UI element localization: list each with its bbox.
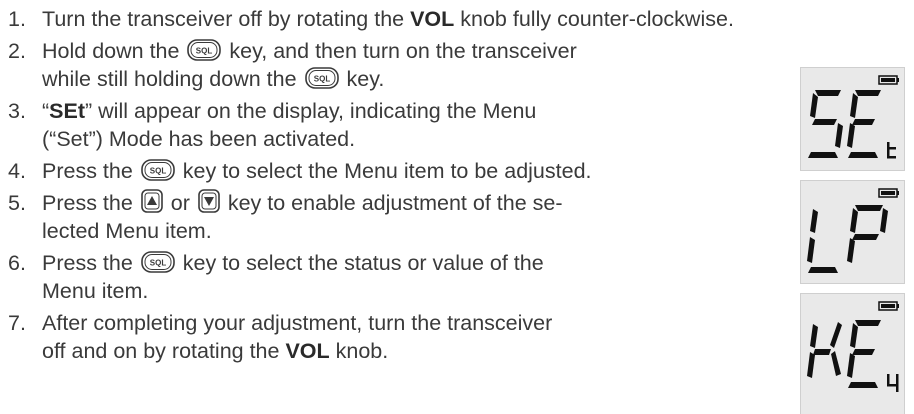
- lcd-char-y-small: [887, 374, 899, 392]
- lcd-display-key: [800, 293, 905, 414]
- step-number: 4.: [8, 159, 26, 183]
- sql-key-icon: SQL: [304, 67, 339, 89]
- step-text: Press the SQL key to select the status o…: [42, 251, 544, 275]
- step-text: Hold down the SQL key, and then turn on …: [42, 39, 577, 63]
- step-number: 5.: [8, 191, 26, 215]
- battery-icon: [878, 301, 899, 311]
- svg-text:SQL: SQL: [196, 47, 213, 56]
- down-key-icon: [198, 189, 220, 213]
- lcd-display-lp: [800, 180, 905, 284]
- svg-text:SQL: SQL: [313, 75, 330, 84]
- step-text: “SEt” will appear on the display, indica…: [42, 99, 537, 123]
- lcd-display-set: [800, 67, 905, 171]
- sql-key-icon: SQL: [140, 251, 175, 273]
- step-number: 1.: [8, 7, 26, 31]
- lcd-char-e: [847, 320, 881, 388]
- step-text: Press the or key to enable adjustment of…: [42, 189, 563, 215]
- step-number: 7.: [8, 311, 26, 335]
- sql-key-icon: SQL: [187, 39, 222, 61]
- vol-knob-label: VOL: [410, 7, 455, 31]
- up-key-icon: [140, 189, 163, 213]
- sql-key-icon: SQL: [140, 159, 175, 181]
- svg-text:SQL: SQL: [150, 167, 167, 176]
- step-number: 6.: [8, 251, 26, 275]
- lcd-char-s: [808, 90, 843, 158]
- lcd-char-t-small: [887, 142, 896, 159]
- lcd-char-p: [847, 205, 888, 263]
- svg-text:SQL: SQL: [150, 259, 167, 268]
- battery-icon: [878, 75, 899, 85]
- step-6-continued: Menu item.: [42, 279, 149, 303]
- step-7-continued: off and on by rotating the VOL knob.: [42, 339, 389, 363]
- step-5-continued: lected Menu item.: [42, 219, 212, 243]
- set-display-word: SEt: [49, 99, 86, 123]
- vol-knob-label: VOL: [285, 339, 330, 363]
- step-3-continued: (“Set”) Mode has been activated.: [42, 127, 356, 151]
- step-text: Press the SQL key to select the Menu ite…: [42, 159, 592, 183]
- lcd-char-e: [847, 90, 881, 158]
- step-number: 2.: [8, 39, 26, 63]
- step-2-continued: while still holding down the SQL key.: [42, 67, 385, 91]
- step-text: Turn the transceiver off by rotating the…: [42, 7, 734, 31]
- step-number: 3.: [8, 99, 26, 123]
- lcd-char-l: [807, 209, 838, 273]
- step-text: After completing your adjustment, turn t…: [42, 311, 553, 335]
- battery-icon: [878, 188, 899, 198]
- lcd-char-k: [807, 322, 842, 378]
